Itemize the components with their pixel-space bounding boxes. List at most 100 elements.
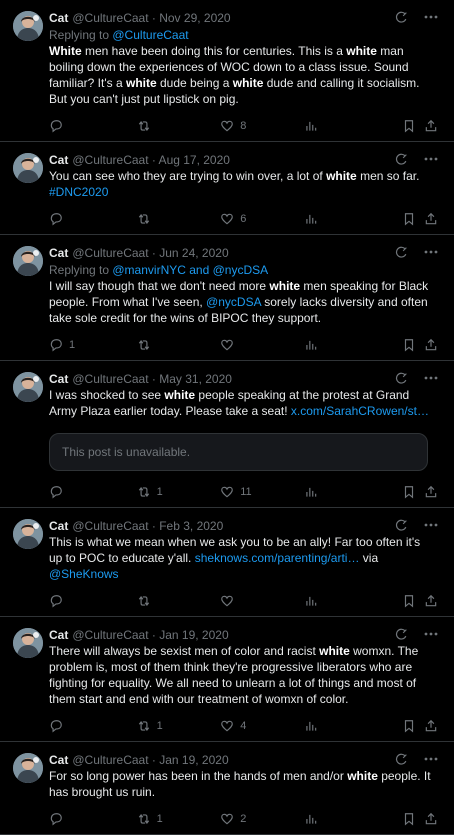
more-icon[interactable]	[424, 518, 438, 532]
reply-button[interactable]: 1	[49, 338, 137, 352]
avatar[interactable]	[13, 753, 43, 783]
heart-icon	[221, 120, 234, 132]
reply-handles[interactable]: @CultureCaat	[112, 28, 188, 42]
grok-icon[interactable]	[394, 752, 408, 766]
tweet[interactable]: Cat @CultureCaat · Nov 29, 2020 Replying…	[0, 0, 454, 142]
more-icon[interactable]	[424, 10, 438, 24]
inline-link[interactable]: @nycDSA	[206, 295, 261, 309]
views-button[interactable]	[304, 119, 402, 133]
views-button[interactable]	[304, 338, 402, 352]
share-button[interactable]	[424, 719, 438, 733]
like-button[interactable]: 11	[220, 485, 304, 499]
views-button[interactable]	[304, 594, 402, 608]
inline-link[interactable]: @SheKnows	[49, 567, 119, 581]
more-icon[interactable]	[424, 152, 438, 166]
tweet[interactable]: Cat @CultureCaat · May 31, 2020 I was sh…	[0, 361, 454, 508]
handle-and-date[interactable]: @CultureCaat · Jan 19, 2020	[72, 752, 228, 768]
tweet-header: Cat @CultureCaat · Feb 3, 2020	[49, 518, 444, 534]
retweet-button[interactable]: 1	[137, 812, 221, 826]
like-button[interactable]: 4	[220, 719, 304, 733]
avatar[interactable]	[13, 519, 43, 549]
reply-button[interactable]	[49, 119, 137, 133]
like-button[interactable]: 2	[220, 812, 304, 826]
bookmark-button[interactable]	[402, 212, 424, 226]
share-button[interactable]	[424, 812, 438, 826]
like-button[interactable]	[220, 594, 304, 608]
avatar[interactable]	[13, 153, 43, 183]
retweet-button[interactable]: 1	[137, 485, 221, 499]
tweet[interactable]: Cat @CultureCaat · Jan 19, 2020 There wi…	[0, 617, 454, 742]
bookmark-button[interactable]	[402, 812, 424, 826]
reply-button[interactable]	[49, 485, 137, 499]
tweet[interactable]: Cat @CultureCaat · Aug 17, 2020 You can …	[0, 142, 454, 235]
inline-link[interactable]: sheknows.com/parenting/arti…	[195, 551, 360, 565]
inline-link[interactable]: #DNC2020	[49, 185, 108, 199]
share-icon	[425, 485, 437, 498]
retweet-button[interactable]: 1	[137, 719, 221, 733]
like-button[interactable]: 6	[220, 212, 304, 226]
more-icon[interactable]	[424, 752, 438, 766]
display-name[interactable]: Cat	[49, 371, 68, 387]
grok-icon[interactable]	[394, 152, 408, 166]
display-name[interactable]: Cat	[49, 152, 68, 168]
grok-icon[interactable]	[394, 627, 408, 641]
share-button[interactable]	[424, 119, 438, 133]
handle-and-date[interactable]: @CultureCaat · Nov 29, 2020	[72, 10, 230, 26]
bookmark-icon	[405, 120, 414, 133]
share-button[interactable]	[424, 485, 438, 499]
bookmark-button[interactable]	[402, 119, 424, 133]
retweet-button[interactable]	[137, 119, 221, 133]
bookmark-button[interactable]	[402, 594, 424, 608]
display-name[interactable]: Cat	[49, 10, 68, 26]
views-button[interactable]	[304, 812, 402, 826]
avatar[interactable]	[13, 372, 43, 402]
views-icon	[306, 487, 317, 497]
reply-button[interactable]	[49, 594, 137, 608]
views-button[interactable]	[304, 212, 402, 226]
more-icon[interactable]	[424, 627, 438, 641]
share-button[interactable]	[424, 594, 438, 608]
reply-button[interactable]	[49, 212, 137, 226]
reply-button[interactable]	[49, 812, 137, 826]
like-button[interactable]	[220, 338, 304, 352]
reply-button[interactable]	[49, 719, 137, 733]
bookmark-button[interactable]	[402, 338, 424, 352]
grok-icon[interactable]	[394, 245, 408, 259]
tweet[interactable]: Cat @CultureCaat · Feb 3, 2020 This is w…	[0, 508, 454, 617]
display-name[interactable]: Cat	[49, 752, 68, 768]
handle-and-date[interactable]: @CultureCaat · Aug 17, 2020	[72, 152, 230, 168]
tweet[interactable]: Cat @CultureCaat · Jun 24, 2020 Replying…	[0, 235, 454, 361]
reply-handles[interactable]: @manvirNYC and @nycDSA	[112, 263, 268, 277]
bookmark-icon	[405, 339, 414, 352]
grok-icon[interactable]	[394, 518, 408, 532]
tweet-actions: 1 2	[49, 804, 444, 834]
bookmark-button[interactable]	[402, 485, 424, 499]
tweet[interactable]: Cat @CultureCaat · Jan 19, 2020 For so l…	[0, 742, 454, 835]
tweet-header-actions	[394, 152, 438, 166]
views-button[interactable]	[304, 719, 402, 733]
handle-and-date[interactable]: @CultureCaat · Jan 19, 2020	[72, 627, 228, 643]
views-button[interactable]	[304, 485, 402, 499]
handle-and-date[interactable]: @CultureCaat · Jun 24, 2020	[72, 245, 228, 261]
handle-and-date[interactable]: @CultureCaat · Feb 3, 2020	[72, 518, 223, 534]
more-icon[interactable]	[424, 245, 438, 259]
grok-icon[interactable]	[394, 10, 408, 24]
more-icon[interactable]	[424, 371, 438, 385]
avatar[interactable]	[13, 628, 43, 658]
handle-and-date[interactable]: @CultureCaat · May 31, 2020	[72, 371, 232, 387]
retweet-button[interactable]	[137, 594, 221, 608]
bookmark-button[interactable]	[402, 719, 424, 733]
tweet-header-actions	[394, 518, 438, 532]
grok-icon[interactable]	[394, 371, 408, 385]
retweet-button[interactable]	[137, 338, 221, 352]
share-button[interactable]	[424, 338, 438, 352]
display-name[interactable]: Cat	[49, 518, 68, 534]
avatar[interactable]	[13, 11, 43, 41]
retweet-button[interactable]	[137, 212, 221, 226]
display-name[interactable]: Cat	[49, 627, 68, 643]
like-button[interactable]: 8	[220, 119, 304, 133]
inline-link[interactable]: x.com/SarahCRowen/st…	[291, 404, 429, 418]
avatar[interactable]	[13, 246, 43, 276]
share-button[interactable]	[424, 212, 438, 226]
display-name[interactable]: Cat	[49, 245, 68, 261]
